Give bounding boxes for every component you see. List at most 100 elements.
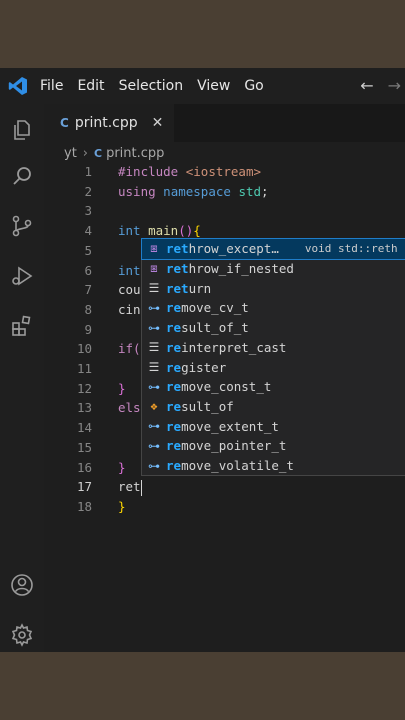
suggestion-label: interpret_cast — [181, 339, 287, 355]
close-icon[interactable]: ✕ — [152, 115, 164, 131]
suggestion-match: re — [166, 398, 182, 414]
search-icon[interactable] — [8, 162, 36, 190]
explorer-icon[interactable] — [8, 116, 36, 144]
code-token: ret — [118, 479, 141, 495]
forward-arrow-icon[interactable]: → — [388, 76, 401, 95]
type-symbol-icon: ⊶ — [148, 438, 160, 453]
suggestion-label: sult_of — [181, 398, 234, 414]
suggestion-detail: void std::reth — [304, 242, 398, 256]
method-symbol-icon: ⧆ — [150, 241, 158, 256]
code-line[interactable]: #include <iostream> — [118, 162, 261, 182]
cpp-file-icon: C — [60, 116, 69, 130]
code-token: namespace — [163, 183, 231, 199]
code-token: #include — [118, 164, 179, 179]
breadcrumb-file[interactable]: print.cpp — [106, 146, 164, 161]
menu-selection[interactable]: Selection — [119, 78, 184, 94]
autocomplete-suggestions: ⧆ ret hrow_except… void std::reth ⧆ ret hrow_i… — [141, 238, 405, 476]
code-token: } — [118, 498, 126, 514]
account-icon[interactable] — [8, 571, 36, 599]
type-symbol-icon: ⊶ — [148, 458, 160, 473]
suggestion-label: move_extent_t — [181, 418, 279, 434]
code-line[interactable]: cou — [118, 280, 141, 300]
suggestion-item[interactable]: ⊶ re sult_of_t — [142, 318, 405, 338]
line-number: 3 — [84, 203, 92, 219]
suggestion-match: re — [166, 418, 182, 434]
nav-arrows: ← → — [360, 76, 401, 95]
source-control-icon[interactable] — [8, 212, 36, 240]
suggestion-item[interactable]: ⊶ re move_const_t — [142, 377, 405, 397]
tab-print-cpp[interactable]: C print.cpp ✕ — [44, 104, 174, 142]
line-number: 9 — [84, 321, 92, 337]
suggestion-match: ret — [166, 241, 189, 257]
menu-go[interactable]: Go — [244, 78, 263, 94]
code-token: cin — [118, 301, 141, 317]
code-line[interactable]: ret — [118, 477, 142, 497]
line-number: 10 — [76, 341, 92, 357]
suggestion-item[interactable]: ⊶ re move_cv_t — [142, 298, 405, 318]
code-line[interactable]: els — [118, 398, 141, 418]
suggestion-item[interactable]: ⧆ ret hrow_except… void std::reth — [141, 238, 405, 260]
vscode-logo-icon — [6, 74, 30, 98]
editor-tabs: C print.cpp ✕ — [44, 104, 405, 142]
settings-gear-icon[interactable] — [8, 621, 36, 649]
type-symbol-icon: ⊶ — [148, 300, 160, 315]
top-frame-bar — [0, 0, 405, 68]
line-number: 4 — [84, 223, 92, 239]
suggestion-item[interactable]: ⊶ re move_volatile_t — [142, 456, 405, 476]
code-token: if( — [118, 341, 141, 357]
suggestion-match: re — [166, 300, 182, 316]
line-number: 16 — [76, 459, 92, 475]
code-token: els — [118, 400, 141, 416]
code-token: main — [148, 223, 179, 239]
suggestion-match: re — [166, 458, 182, 474]
suggestion-item[interactable]: ❖ re sult_of — [142, 397, 405, 417]
suggestion-label: move_pointer_t — [181, 438, 287, 454]
menu-edit[interactable]: Edit — [77, 78, 104, 94]
suggestion-item[interactable]: ☰ re gister — [142, 357, 405, 377]
extensions-icon[interactable] — [8, 312, 36, 340]
code-token: using — [118, 183, 156, 199]
method-symbol-icon: ⧆ — [150, 261, 158, 276]
line-number: 7 — [84, 282, 92, 298]
code-token: cou — [118, 282, 141, 298]
suggestion-item[interactable]: ⊶ re move_extent_t — [142, 416, 405, 436]
code-line[interactable]: using namespace std; — [118, 182, 269, 202]
breadcrumb-folder[interactable]: yt — [64, 146, 77, 161]
run-debug-icon[interactable] — [8, 262, 36, 290]
suggestion-item[interactable]: ⧆ ret hrow_if_nested — [142, 259, 405, 279]
code-token: } — [118, 380, 126, 396]
code-token: { — [193, 223, 201, 239]
code-line[interactable]: } — [118, 379, 126, 399]
line-number: 14 — [76, 420, 92, 436]
line-number: 17 — [76, 479, 92, 495]
menu-view[interactable]: View — [197, 78, 230, 94]
suggestion-item[interactable]: ⊶ re move_pointer_t — [142, 436, 405, 456]
keyword-symbol-icon: ☰ — [148, 281, 160, 296]
line-number: 11 — [76, 361, 92, 376]
suggestion-label: gister — [181, 359, 227, 375]
suggestion-match: re — [166, 379, 182, 395]
code-token: () — [178, 223, 194, 239]
code-line[interactable]: if( — [118, 339, 141, 359]
code-line[interactable]: cin — [118, 300, 141, 320]
menu-bar: File Edit Selection View Go ← → — [0, 68, 405, 104]
code-token: int — [118, 262, 141, 278]
breadcrumb: yt › C print.cpp — [64, 146, 164, 161]
menu-file[interactable]: File — [40, 78, 63, 94]
suggestion-label: move_const_t — [181, 379, 272, 395]
suggestion-item[interactable]: ☰ re interpret_cast — [142, 338, 405, 358]
chevron-right-icon: › — [82, 146, 88, 161]
code-line[interactable]: } — [118, 458, 126, 478]
code-token: std — [238, 183, 262, 199]
suggestion-item[interactable]: ☰ ret urn — [142, 278, 405, 298]
bottom-frame-bar — [0, 652, 405, 720]
struct-symbol-icon: ❖ — [150, 399, 158, 414]
code-line[interactable]: } — [118, 497, 126, 517]
suggestion-match: re — [166, 320, 182, 336]
back-arrow-icon[interactable]: ← — [360, 76, 373, 95]
suggestion-label: urn — [188, 280, 212, 296]
tab-label: print.cpp — [74, 115, 138, 131]
line-number: 8 — [84, 301, 92, 317]
code-line[interactable]: int — [118, 261, 141, 281]
